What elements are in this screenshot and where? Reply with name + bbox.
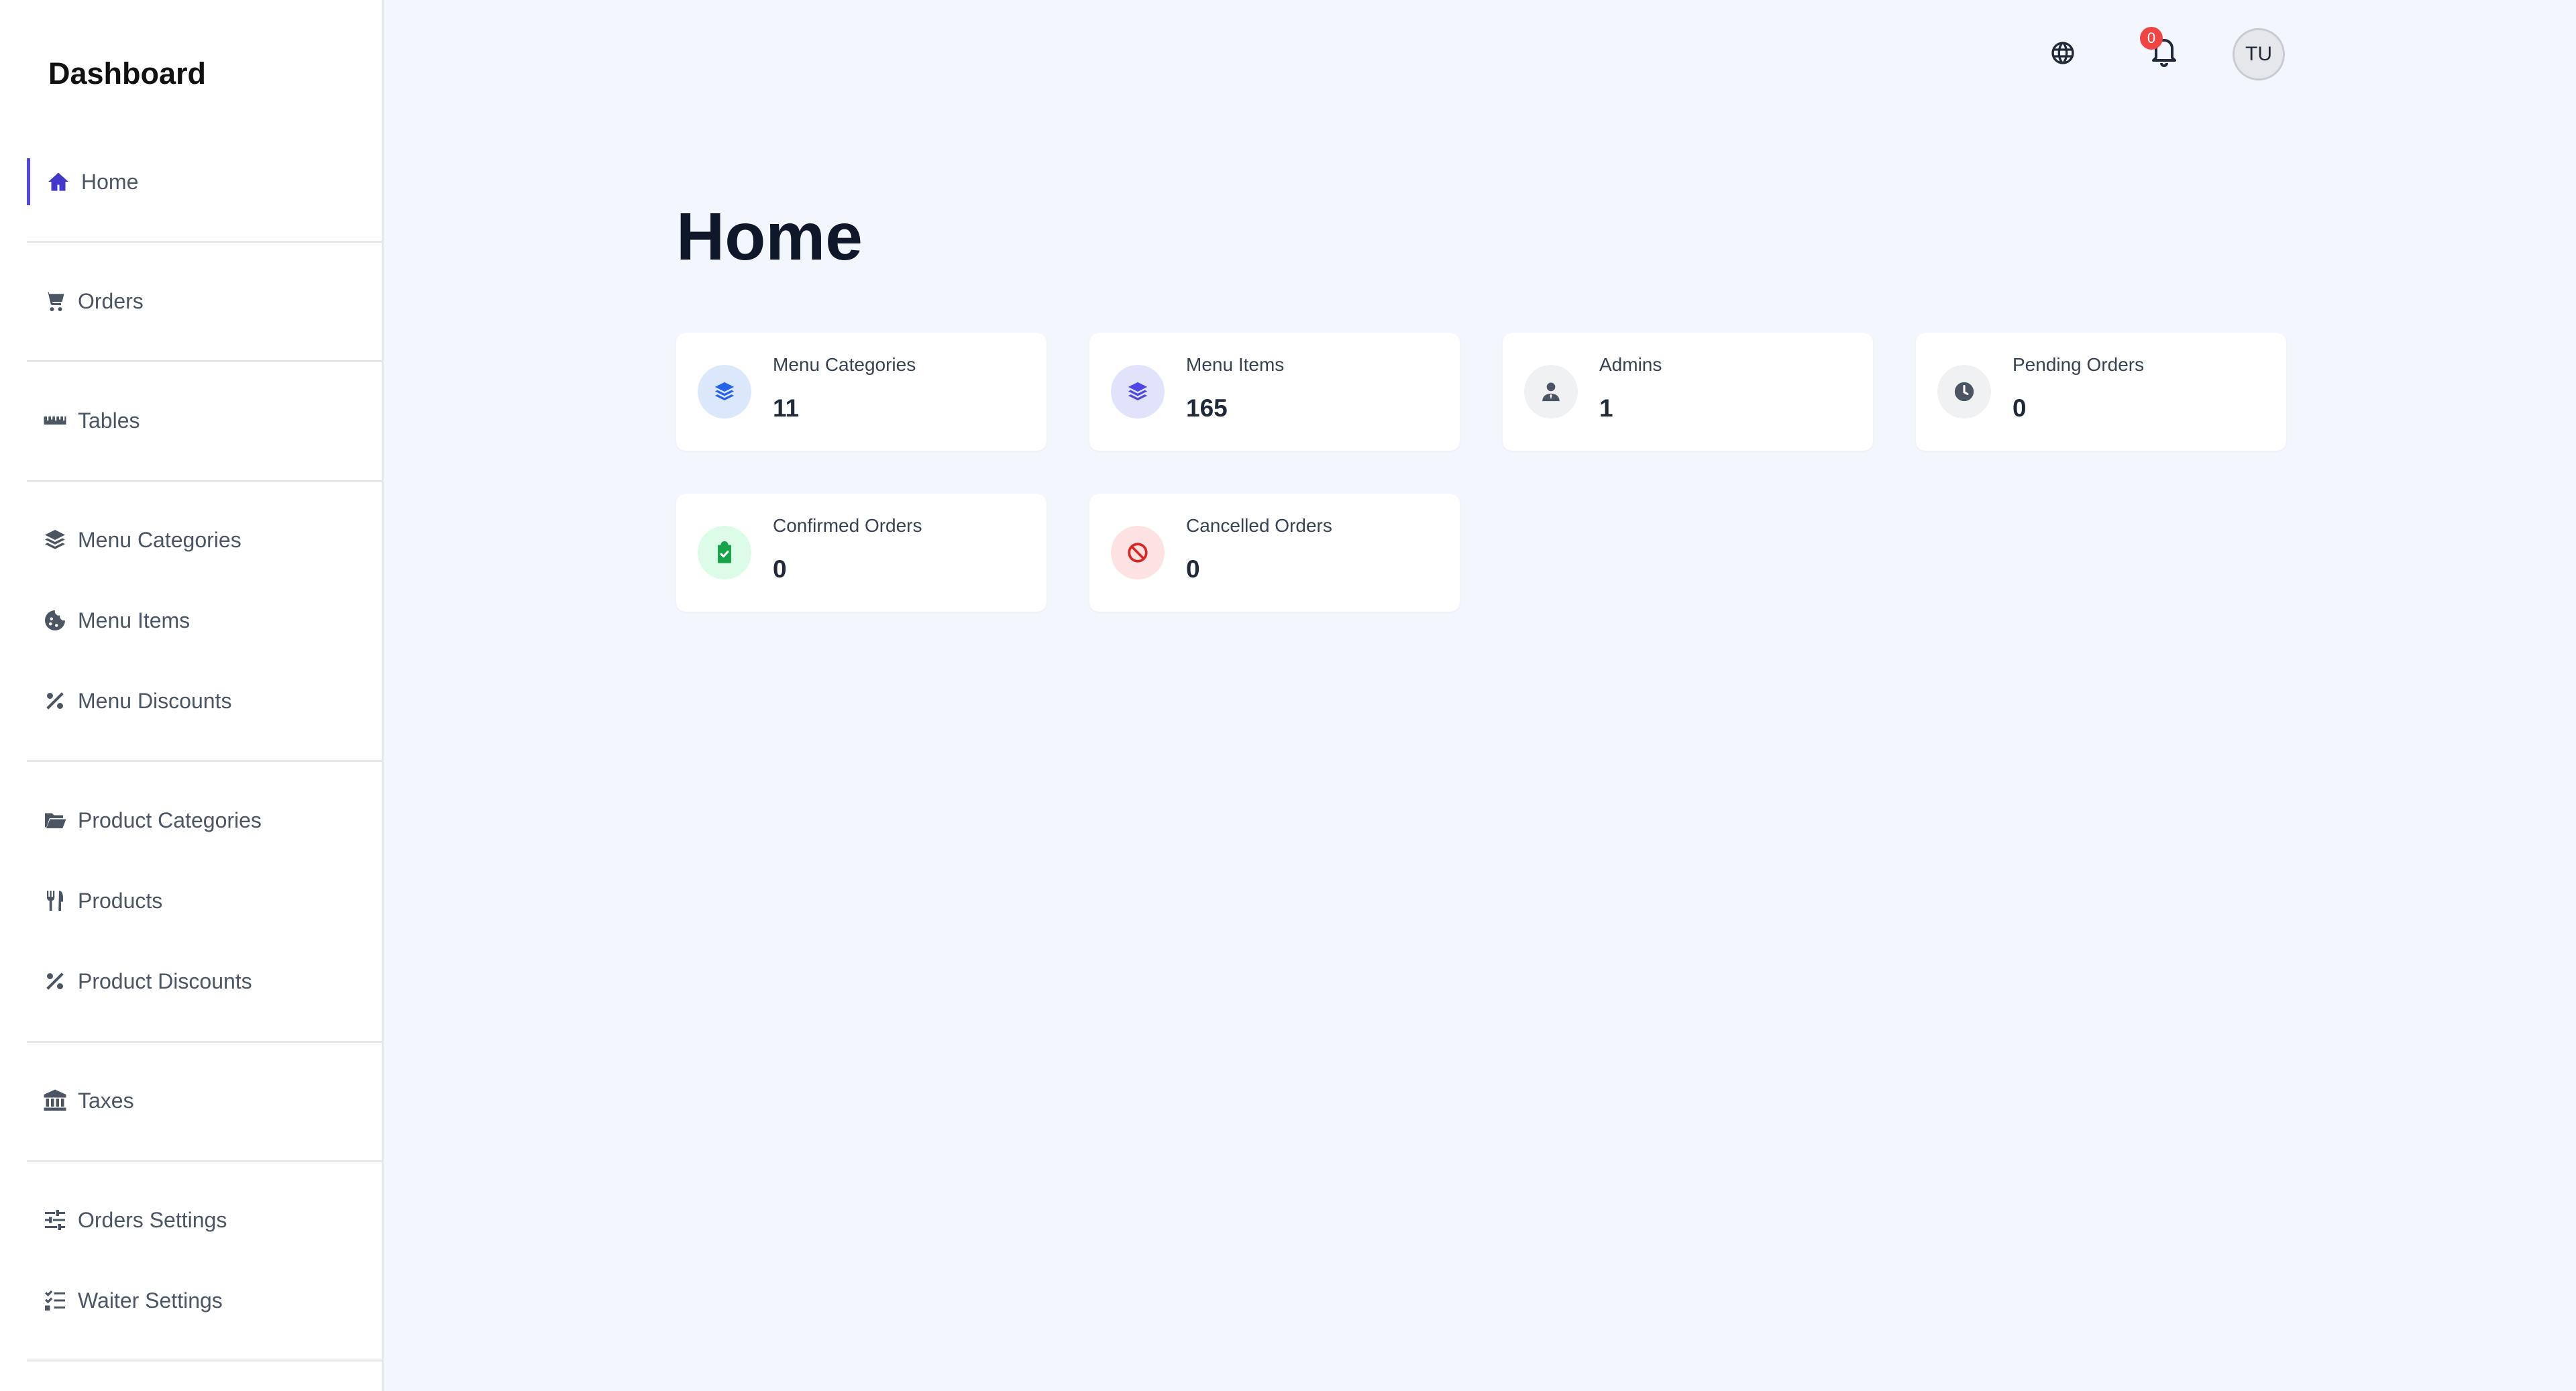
sidebar-item-orders-settings[interactable]: Orders Settings <box>27 1197 384 1243</box>
globe-icon <box>2049 40 2076 70</box>
bank-icon <box>42 1087 68 1114</box>
stat-card-menu-items[interactable]: Menu Items 165 <box>1089 333 1460 451</box>
divider <box>27 1359 384 1361</box>
sidebar-item-label: Product Categories <box>78 808 262 832</box>
sidebar-item-menu-items[interactable]: Menu Items <box>27 597 384 644</box>
sidebar-item-tables[interactable]: Tables <box>27 397 384 444</box>
sidebar-item-label: Menu Discounts <box>78 688 232 713</box>
sidebar-item-menu-discounts[interactable]: Menu Discounts <box>27 677 384 724</box>
card-value: 0 <box>1186 555 1200 583</box>
sidebar-item-label: Tables <box>78 408 140 433</box>
card-value: 0 <box>773 555 787 583</box>
divider <box>27 760 384 762</box>
divider <box>27 480 384 482</box>
card-label: Cancelled Orders <box>1186 515 1332 536</box>
percent-icon <box>42 687 68 714</box>
sidebar-item-waiter-settings[interactable]: Waiter Settings <box>27 1277 384 1324</box>
divider <box>27 241 384 243</box>
sidebar-item-taxes[interactable]: Taxes <box>27 1077 384 1124</box>
sidebar-item-product-discounts[interactable]: Product Discounts <box>27 958 384 1005</box>
card-label: Admins <box>1599 354 1662 375</box>
page-title: Home <box>676 199 863 274</box>
sidebar-item-product-categories[interactable]: Product Categories <box>27 797 384 844</box>
card-label: Menu Categories <box>773 354 916 375</box>
layers-icon <box>698 365 751 419</box>
brand-title: Dashboard <box>48 56 207 91</box>
sidebar-item-label: Menu Items <box>78 608 191 632</box>
stat-card-admins[interactable]: Admins 1 <box>1503 333 1873 451</box>
sidebar-item-label: Taxes <box>78 1088 134 1113</box>
card-value: 165 <box>1186 394 1228 422</box>
card-value: 0 <box>2012 394 2027 422</box>
home-icon <box>45 168 72 195</box>
card-label: Menu Items <box>1186 354 1285 375</box>
sidebar-item-label: Menu Categories <box>78 527 241 552</box>
card-value: 11 <box>773 394 800 422</box>
percent-icon <box>42 968 68 995</box>
language-button[interactable] <box>2047 39 2078 70</box>
sliders-icon <box>42 1207 68 1233</box>
stat-card-pending-orders[interactable]: Pending Orders 0 <box>1916 333 2286 451</box>
stat-card-menu-categories[interactable]: Menu Categories 11 <box>676 333 1046 451</box>
avatar[interactable]: TU <box>2233 28 2285 80</box>
sidebar-item-home[interactable]: Home <box>27 158 384 205</box>
clipboard-check-icon <box>698 526 751 579</box>
sidebar-item-label: Orders Settings <box>78 1207 227 1232</box>
sidebar-item-orders[interactable]: Orders <box>27 278 384 325</box>
card-label: Pending Orders <box>2012 354 2145 375</box>
sidebar-item-menu-categories[interactable]: Menu Categories <box>27 516 384 563</box>
divider <box>27 1041 384 1043</box>
divider <box>27 1160 384 1162</box>
sidebar: Dashboard Home Orders Tables Menu Catego… <box>0 0 384 1391</box>
clock-icon <box>1937 365 1991 419</box>
cart-icon <box>42 288 68 315</box>
user-tie-icon <box>1524 365 1578 419</box>
card-label: Confirmed Orders <box>773 515 922 536</box>
card-value: 1 <box>1599 394 1613 422</box>
layers-icon <box>1111 365 1165 419</box>
divider <box>27 360 384 362</box>
layers-icon <box>42 526 68 553</box>
stat-card-cancelled-orders[interactable]: Cancelled Orders 0 <box>1089 494 1460 612</box>
ruler-icon <box>42 407 68 434</box>
cookie-icon <box>42 607 68 634</box>
sidebar-item-label: Waiter Settings <box>78 1288 223 1313</box>
checklist-icon <box>42 1287 68 1314</box>
sidebar-item-label: Product Discounts <box>78 968 252 993</box>
folder-open-icon <box>42 807 68 834</box>
sidebar-item-label: Home <box>81 169 139 194</box>
stat-card-confirmed-orders[interactable]: Confirmed Orders 0 <box>676 494 1046 612</box>
sidebar-item-label: Products <box>78 888 163 913</box>
utensils-icon <box>42 887 68 914</box>
ban-icon <box>1111 526 1165 579</box>
sidebar-item-products[interactable]: Products <box>27 877 384 924</box>
sidebar-item-label: Orders <box>78 288 144 313</box>
notification-badge: 0 <box>2140 27 2163 50</box>
